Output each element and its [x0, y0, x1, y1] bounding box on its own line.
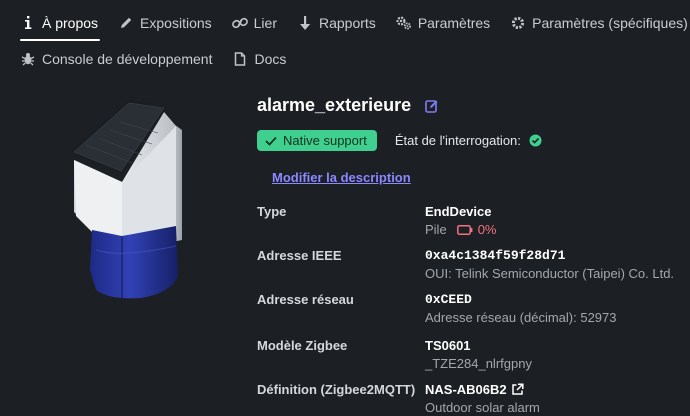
interrogation-label: État de l'interrogation:: [394, 133, 521, 148]
outdoor-siren-image: [70, 100, 182, 299]
definition-description: Outdoor solar alarm: [425, 400, 540, 415]
type-value: EndDevice: [425, 204, 492, 219]
native-support-label: Native support: [283, 133, 367, 148]
tab-dev-console[interactable]: Console de développement: [10, 41, 222, 77]
tab-settings-label: Paramètres: [417, 15, 491, 31]
battery-indicator: 0%: [456, 222, 497, 237]
tab-docs-label: Docs: [254, 51, 287, 67]
battery-percent: 0%: [477, 222, 497, 237]
pencil-icon: [118, 15, 134, 31]
file-icon: [232, 51, 248, 67]
ieee-value: 0xa4c1384f59f28d71: [425, 248, 566, 263]
battery-empty-icon: [456, 224, 473, 235]
tabs-row-2: Console de développement Docs: [10, 41, 296, 77]
tab-reporting[interactable]: Rapports: [287, 5, 386, 41]
model-label: Modèle Zigbee: [257, 338, 348, 353]
device-image: [60, 100, 190, 310]
definition-value[interactable]: NAS-AB06B2: [425, 382, 524, 397]
network-value: 0xCEED: [425, 292, 472, 307]
ieee-oui: OUI: Telink Semiconductor (Taipei) Co. L…: [425, 266, 675, 281]
network-label: Adresse réseau: [257, 292, 354, 307]
native-support-badge: Native support: [257, 130, 377, 151]
check-circle-icon: [529, 134, 542, 147]
device-title-row: alarme_exterieure: [257, 95, 439, 116]
info-icon: [20, 15, 36, 31]
tab-docs[interactable]: Docs: [222, 41, 296, 77]
power-label: Pile: [425, 222, 447, 237]
type-label: Type: [257, 204, 287, 219]
tab-about-label: À propos: [42, 15, 99, 31]
gear-icon: [510, 15, 526, 31]
cogs-icon: [396, 15, 412, 31]
definition-model[interactable]: NAS-AB06B2: [425, 382, 507, 397]
tab-exposes-label: Expositions: [140, 15, 212, 31]
tab-dev-console-label: Console de développement: [42, 51, 213, 67]
download-arrow-icon: [297, 15, 313, 31]
tab-reporting-label: Rapports: [319, 15, 376, 31]
device-name: alarme_exterieure: [257, 95, 412, 115]
tab-bind-label: Lier: [253, 15, 277, 31]
tab-settings-specific-label: Paramètres (spécifiques): [532, 15, 688, 31]
tabs-row-1: À propos Expositions Lier Rapports Param…: [10, 5, 690, 41]
edit-name-icon[interactable]: [425, 99, 439, 113]
check-icon: [265, 136, 277, 146]
external-link-icon[interactable]: [511, 383, 524, 396]
edit-description-link[interactable]: Modifier la description: [272, 170, 411, 185]
bug-icon: [20, 51, 36, 67]
link-icon: [231, 15, 248, 31]
model-manufacturer: _TZE284_nlrfgpny: [425, 356, 532, 371]
tab-settings[interactable]: Paramètres: [386, 5, 500, 41]
tab-exposes[interactable]: Expositions: [108, 5, 222, 41]
model-value: TS0601: [425, 338, 471, 353]
tab-about[interactable]: À propos: [10, 5, 108, 41]
power-source: Pile 0%: [425, 222, 496, 237]
ieee-label: Adresse IEEE: [257, 248, 342, 263]
network-decimal: Adresse réseau (décimal): 52973: [425, 310, 617, 325]
tab-bind[interactable]: Lier: [222, 5, 287, 41]
definition-label: Définition (Zigbee2MQTT): [257, 382, 416, 397]
support-row: Native support État de l'interrogation:: [257, 130, 542, 151]
tab-settings-specific[interactable]: Paramètres (spécifiques): [500, 5, 690, 41]
